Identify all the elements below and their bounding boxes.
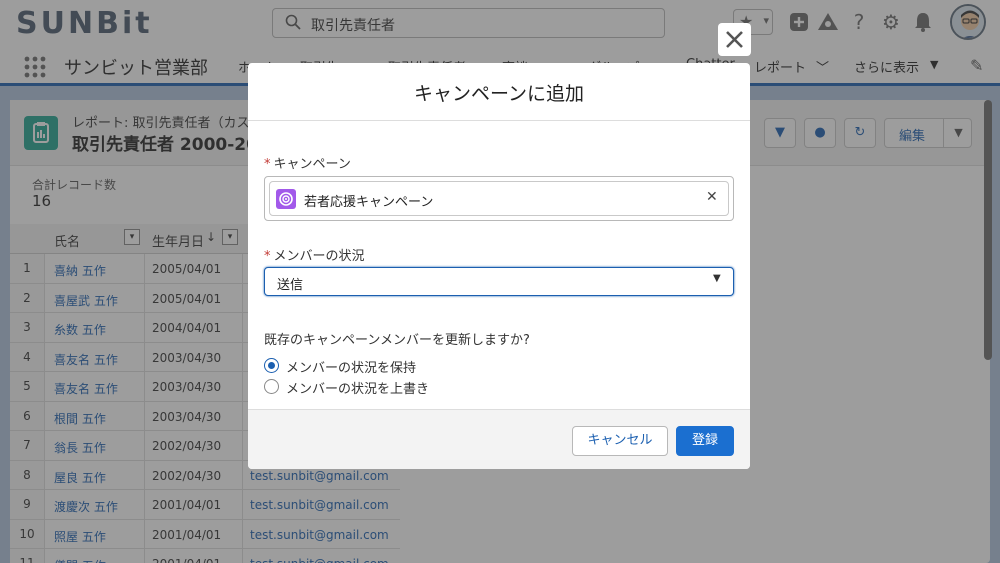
- campaign-lookup[interactable]: 若者応援キャンペーン ✕: [264, 176, 734, 221]
- close-icon: [726, 31, 743, 48]
- campaign-pill: 若者応援キャンペーン ✕: [269, 181, 729, 216]
- radio-overwrite-status[interactable]: [264, 379, 279, 394]
- cancel-button[interactable]: キャンセル: [572, 426, 668, 456]
- caret-down-icon: ▼: [713, 273, 721, 284]
- add-to-campaign-modal: キャンペーンに追加 * キャンペーン 若者応援キャンペーン ✕ * メンバーの状況 …: [248, 63, 750, 469]
- update-question: 既存のキャンペーンメンバーを更新しますか?: [264, 333, 530, 348]
- campaign-label: * キャンペーン: [264, 153, 351, 172]
- member-status-value: 送信: [277, 278, 304, 293]
- submit-button[interactable]: 登録: [676, 426, 734, 456]
- required-icon: *: [264, 249, 271, 264]
- radio-keep-status[interactable]: [264, 358, 279, 373]
- radio-overwrite-status-label[interactable]: メンバーの状況を上書き: [286, 378, 429, 397]
- close-button[interactable]: [718, 23, 751, 56]
- required-icon: *: [264, 157, 271, 172]
- radio-keep-status-label[interactable]: メンバーの状況を保持: [286, 357, 416, 376]
- modal-title: キャンペーンに追加: [413, 83, 585, 105]
- clear-selection-icon[interactable]: ✕: [706, 189, 718, 205]
- member-status-label-text: メンバーの状況: [273, 249, 365, 264]
- modal-footer: キャンセル 登録: [248, 409, 750, 469]
- member-status-label: * メンバーの状況: [264, 245, 365, 264]
- campaign-value: 若者応援キャンペーン: [304, 195, 434, 210]
- modal-header: キャンペーンに追加: [248, 63, 750, 121]
- campaign-label-text: キャンペーン: [273, 157, 351, 172]
- member-status-select[interactable]: 送信 ▼: [264, 267, 734, 296]
- campaign-icon: [276, 189, 296, 209]
